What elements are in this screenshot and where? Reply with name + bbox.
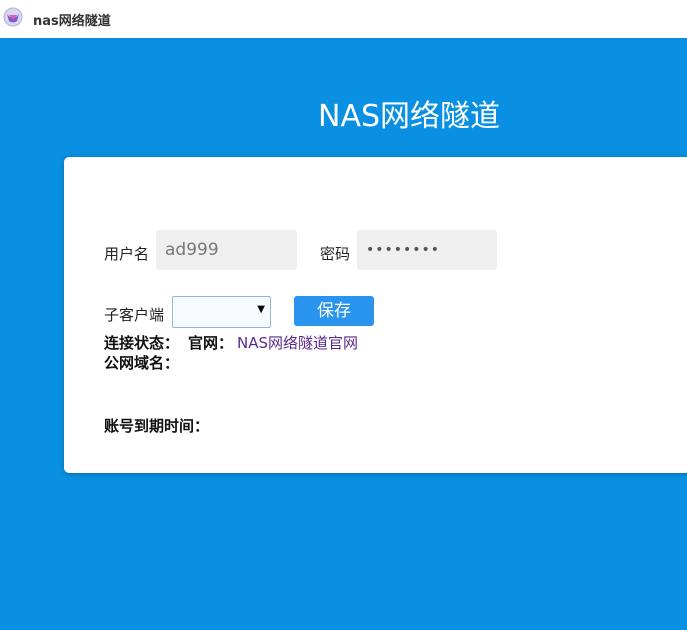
chevron-down-icon: ▼ xyxy=(257,304,265,315)
website-label: 官网： xyxy=(188,334,234,352)
connection-status-label: 连接状态： xyxy=(104,334,180,352)
app-title: nas网络隧道 xyxy=(33,14,111,29)
login-card: 用户名 ad999 密码 •••••••• 子客户端 ▼ 保存 连接状态： 官网… xyxy=(64,157,687,473)
account-expiry-label: 账号到期时间： xyxy=(104,417,210,435)
page-heading: NAS网络隧道 xyxy=(318,99,501,134)
username-input[interactable]: ad999 xyxy=(156,230,297,270)
save-button[interactable]: 保存 xyxy=(294,296,374,326)
password-input[interactable]: •••••••• xyxy=(357,230,497,270)
client-select[interactable]: ▼ xyxy=(172,296,271,328)
client-label: 子客户端 xyxy=(104,306,165,324)
password-label: 密码 xyxy=(320,245,351,263)
title-bar: nas网络隧道 xyxy=(0,0,687,38)
website-link[interactable]: NAS网络隧道官网 xyxy=(237,332,358,353)
username-label: 用户名 xyxy=(104,245,150,263)
main-panel: NAS网络隧道 用户名 ad999 密码 •••••••• 子客户端 ▼ 保存 … xyxy=(0,38,687,630)
nas-app-logo-icon xyxy=(3,7,23,27)
public-domain-label: 公网域名： xyxy=(104,354,180,372)
